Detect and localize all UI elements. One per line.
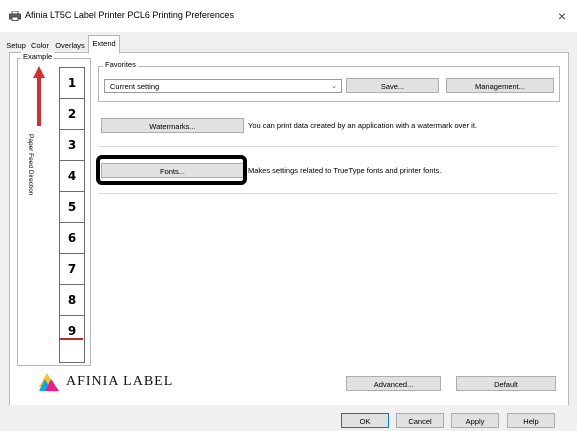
favorites-label: Favorites <box>103 60 138 69</box>
default-button[interactable]: Default <box>456 376 556 391</box>
strip-cell: 1 <box>60 68 84 99</box>
tab-extend[interactable]: Extend <box>88 35 120 54</box>
strip-cell: 2 <box>60 99 84 130</box>
management-button[interactable]: Management... <box>446 78 554 93</box>
close-icon[interactable]: × <box>553 7 571 25</box>
strip-cell: 6 <box>60 223 84 254</box>
help-button[interactable]: Help <box>507 413 555 428</box>
strip-cell: 5 <box>60 192 84 223</box>
strip-cell: 7 <box>60 254 84 285</box>
fonts-description: Makes settings related to TrueType fonts… <box>248 166 442 175</box>
advanced-button[interactable]: Advanced... <box>346 376 441 391</box>
afinia-logo-icon <box>39 373 59 391</box>
printing-preferences-window: Afinia LT5C Label Printer PCL6 Printing … <box>0 0 577 431</box>
window-title: Afinia LT5C Label Printer PCL6 Printing … <box>25 10 234 20</box>
afinia-logo-text: AFINIA LABEL <box>66 374 174 389</box>
strip-cell: 3 <box>60 130 84 161</box>
strip-cell: 9 <box>60 316 84 347</box>
example-label: Example <box>21 52 55 61</box>
strip-cell: 8 <box>60 285 84 316</box>
fonts-highlight-box <box>96 155 247 185</box>
save-favorite-button[interactable]: Save... <box>346 78 439 93</box>
favorites-select[interactable]: Current setting ⌄ <box>104 79 342 93</box>
extend-panel <box>9 52 569 407</box>
strip-cell: 4 <box>60 161 84 192</box>
chevron-down-icon: ⌄ <box>331 83 337 90</box>
ok-button[interactable]: OK <box>341 413 389 428</box>
feed-arrow-icon <box>33 66 45 126</box>
favorites-selected-value: Current setting <box>110 82 160 91</box>
apply-button[interactable]: Apply <box>451 413 499 428</box>
separator <box>98 146 558 147</box>
strip-end-marker <box>59 338 83 340</box>
separator <box>98 193 558 194</box>
cancel-button[interactable]: Cancel <box>396 413 444 428</box>
watermarks-button[interactable]: Watermarks... <box>101 118 244 133</box>
watermarks-description: You can print data created by an applica… <box>248 121 478 130</box>
printer-icon <box>9 11 21 21</box>
strip-tail <box>59 344 85 363</box>
label-strip: 1 2 3 4 5 6 7 8 9 <box>59 67 85 355</box>
paper-feed-direction-label: Paper Feed Direction <box>27 134 34 196</box>
